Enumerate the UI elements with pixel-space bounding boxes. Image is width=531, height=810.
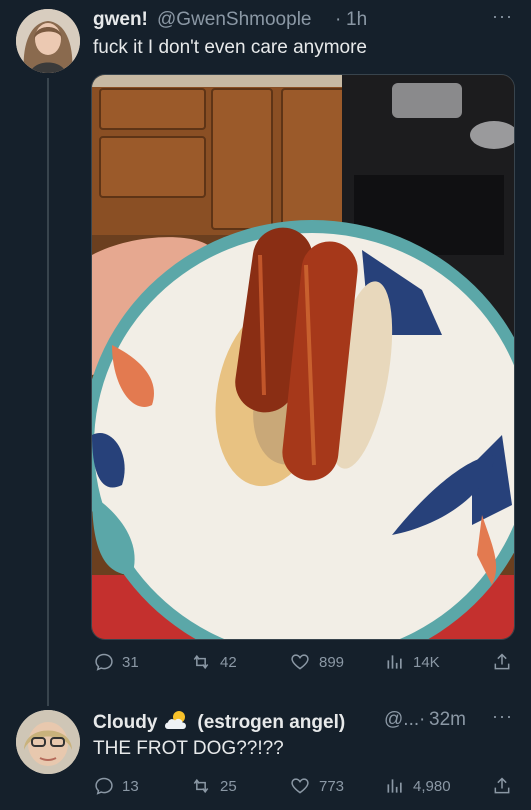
share-icon	[494, 653, 510, 670]
share-icon	[494, 777, 510, 794]
meta-separator: ·	[419, 709, 426, 730]
tweet-photo[interactable]	[91, 74, 515, 640]
retweet-icon	[193, 778, 209, 794]
tweet-text: fuck it I don't even care anymore	[93, 37, 367, 58]
views-chart-icon	[387, 779, 402, 793]
views-button[interactable]: 14K	[385, 652, 440, 672]
share-button[interactable]	[492, 652, 512, 672]
views-chart-icon	[387, 655, 402, 669]
like-button[interactable]: 773	[289, 776, 344, 796]
share-button[interactable]	[492, 776, 512, 796]
author-display-name[interactable]: Cloudy (estrogen angel)	[93, 709, 345, 737]
like-button[interactable]: 899	[289, 652, 344, 672]
heart-icon	[291, 778, 309, 794]
reply-button[interactable]: 13	[94, 776, 139, 796]
more-options-icon[interactable]: ···	[492, 6, 513, 27]
retweet-button[interactable]: 42	[190, 652, 237, 672]
tweet-timestamp[interactable]: 32m	[429, 709, 466, 731]
sun-behind-cloud-icon	[163, 709, 191, 737]
display-name-suffix: (estrogen angel)	[197, 712, 346, 734]
retweet-count: 25	[220, 777, 237, 795]
reply-count: 31	[122, 653, 139, 671]
author-handle[interactable]: @...	[384, 709, 419, 731]
meta-separator: ·	[335, 9, 342, 30]
avatar-gwen[interactable]	[16, 9, 80, 73]
tweet-text: THE FROT DOG??!??	[93, 738, 284, 759]
avatar-cloudy[interactable]	[16, 710, 80, 774]
author-display-name[interactable]: gwen!	[93, 9, 148, 31]
views-count: 14K	[413, 653, 440, 671]
retweet-icon	[193, 654, 209, 670]
display-name-main: Cloudy	[93, 712, 158, 734]
views-button[interactable]: 4,980	[385, 776, 451, 796]
views-count: 4,980	[413, 777, 451, 795]
like-count: 899	[319, 653, 345, 671]
hotdog-photo-illustration	[92, 75, 514, 639]
reply-button[interactable]: 31	[94, 652, 139, 672]
more-options-icon[interactable]: ···	[492, 706, 513, 727]
reply-count: 13	[122, 777, 139, 795]
author-handle[interactable]: @GwenShmoople	[157, 9, 311, 31]
reply-icon	[95, 777, 113, 795]
reply-icon	[95, 653, 113, 671]
tweet-timestamp[interactable]: 1h	[346, 9, 367, 31]
retweet-count: 42	[220, 653, 237, 671]
thread-connector-line	[47, 78, 49, 706]
heart-icon	[291, 654, 309, 670]
like-count: 773	[319, 777, 345, 795]
retweet-button[interactable]: 25	[190, 776, 237, 796]
